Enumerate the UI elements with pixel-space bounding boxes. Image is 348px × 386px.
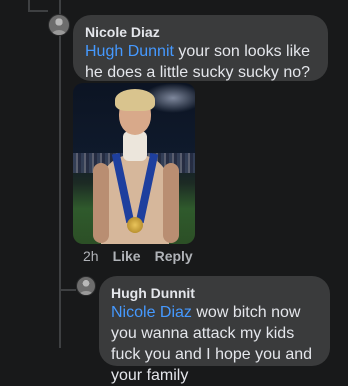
comment-photo[interactable] bbox=[73, 83, 195, 244]
thread-branch bbox=[28, 10, 48, 12]
like-button[interactable]: Like bbox=[113, 248, 141, 264]
reply-branch bbox=[60, 289, 76, 291]
mention-link[interactable]: Hugh Dunnit bbox=[85, 43, 174, 60]
reply-author[interactable]: Hugh Dunnit bbox=[111, 284, 318, 302]
avatar[interactable] bbox=[48, 14, 70, 36]
mention-link[interactable]: Nicole Diaz bbox=[111, 304, 192, 321]
reply-bubble: Hugh Dunnit Nicole Diaz wow bitch now yo… bbox=[99, 276, 330, 384]
comment-timestamp[interactable]: 2h bbox=[83, 248, 99, 264]
avatar[interactable] bbox=[76, 276, 96, 296]
comment-bubble: Nicole Diaz Hugh Dunnit your son looks l… bbox=[73, 15, 328, 101]
thread-line bbox=[59, 0, 61, 348]
comment-actions: 2h Like Reply bbox=[83, 248, 207, 264]
comment-author[interactable]: Nicole Diaz bbox=[85, 23, 316, 41]
reply-text: Nicole Diaz wow bitch now you wanna atta… bbox=[111, 302, 318, 386]
reply-button[interactable]: Reply bbox=[155, 248, 193, 264]
